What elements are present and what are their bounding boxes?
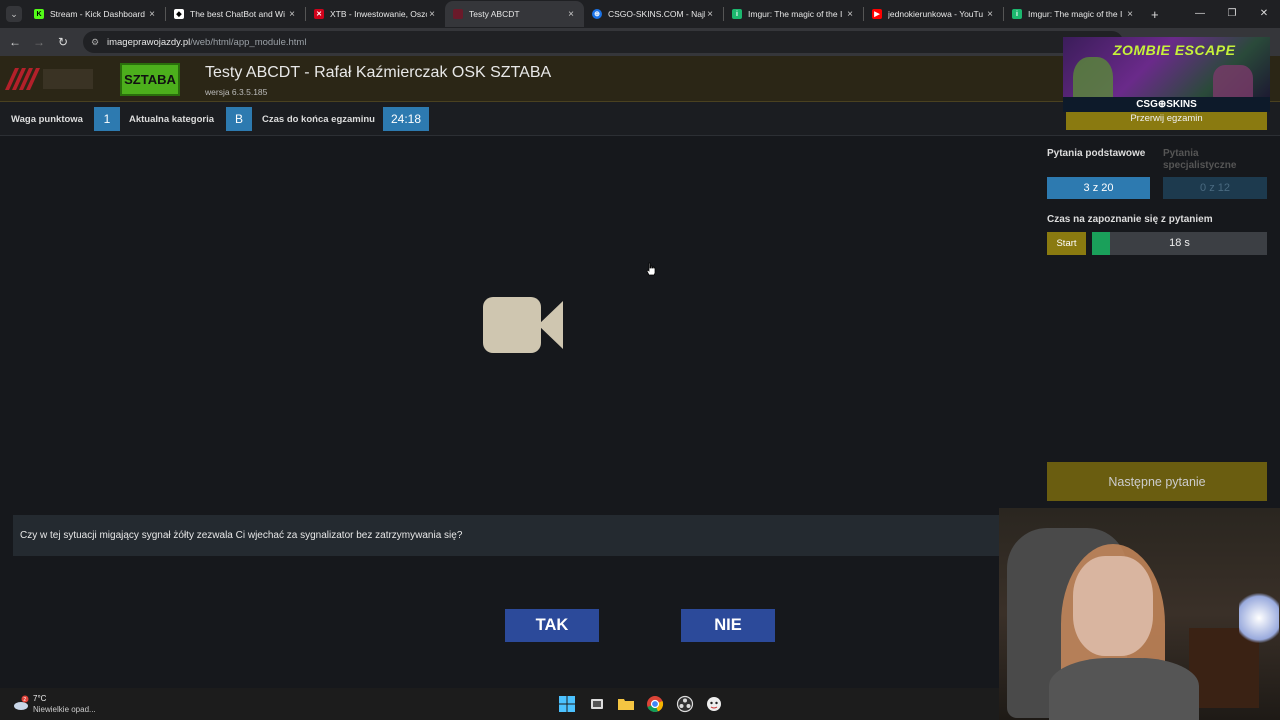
category-label: Aktualna kategoria <box>129 114 214 125</box>
hand-cursor-icon <box>646 262 656 276</box>
question-bar: Czy w tej sytuacji migający sygnał żółty… <box>13 515 999 556</box>
browser-tab-strip: ⌄ K Stream - Kick Dashboard × ◆ The best… <box>0 0 1280 28</box>
time-left-label: Czas do końca egzaminu <box>262 114 375 125</box>
tab-close-icon[interactable]: × <box>985 9 995 20</box>
overlay-brand: CSG⊕SKINS <box>1063 97 1270 112</box>
tab-title: jednokierunkowa - YouTu <box>888 9 984 19</box>
tab-close-icon[interactable]: × <box>287 9 297 20</box>
streamer-body <box>1049 658 1199 720</box>
restore-icon[interactable]: ❐ <box>1216 0 1248 28</box>
browser-tab[interactable]: ▶ jednokierunkowa - YouTu × <box>864 1 1003 27</box>
tab-search-button[interactable]: ⌄ <box>6 6 22 22</box>
tab-title: CSGO-SKINS.COM - Najle <box>608 9 705 19</box>
chrome-icon[interactable] <box>646 695 664 713</box>
task-view-icon[interactable] <box>588 695 606 713</box>
webcam-feed <box>999 508 1280 720</box>
specialist-questions-label: Pytania specjalistyczne <box>1163 148 1237 171</box>
address-bar[interactable]: ⚙ imageprawojazdy.pl /web/html/app_modul… <box>83 31 1123 53</box>
browser-tab[interactable]: K Stream - Kick Dashboard × <box>26 1 165 27</box>
tab-close-icon[interactable]: × <box>427 9 437 20</box>
botrix-icon: ◆ <box>174 9 184 19</box>
reload-icon[interactable]: ↻ <box>51 35 75 49</box>
weather-temperature: 7°C <box>33 694 47 703</box>
site-icon <box>453 9 463 19</box>
obs-icon[interactable] <box>676 695 694 713</box>
time-left-badge: 24:18 <box>383 107 429 131</box>
weather-badge: 2 <box>23 697 26 703</box>
xtb-icon: ✕ <box>314 9 324 19</box>
app-mascot-icon[interactable] <box>705 695 723 713</box>
next-question-button[interactable]: Następne pytanie <box>1047 462 1267 501</box>
tab-close-icon[interactable]: × <box>566 9 576 20</box>
imgur-icon: i <box>732 9 742 19</box>
specialist-questions-counter: 0 z 12 <box>1163 177 1267 199</box>
point-weight-label: Waga punktowa <box>11 114 83 125</box>
read-time-value: 18 s <box>1169 237 1190 249</box>
weather-cloud-icon[interactable]: 2 <box>12 695 30 713</box>
page-title: Testy ABCDT - Rafał Kaźmierczak OSK SZTA… <box>205 64 552 81</box>
answer-yes-button[interactable]: TAK <box>505 609 599 642</box>
back-arrow-icon[interactable]: ← <box>3 35 27 49</box>
windows-start-icon[interactable] <box>558 695 576 713</box>
answer-no-button[interactable]: NIE <box>681 609 775 642</box>
minimize-icon[interactable]: — <box>1184 0 1216 28</box>
version-label: wersja 6.3.5.185 <box>205 87 268 97</box>
file-explorer-icon[interactable] <box>617 695 635 713</box>
background-lamp <box>1239 588 1279 648</box>
sztaba-logo: SZTABA <box>120 63 180 96</box>
tab-title: The best ChatBot and Wi <box>190 9 285 19</box>
read-time-progress: 18 s <box>1092 232 1267 255</box>
url-path: /web/html/app_module.html <box>190 36 307 48</box>
weather-description: Niewielkie opad... <box>33 705 96 714</box>
tab-title: Testy ABCDT <box>469 9 520 19</box>
streamer-face <box>1073 556 1153 656</box>
tab-title: Imgur: The magic of the I <box>748 9 843 19</box>
new-tab-button[interactable]: + <box>1151 7 1159 22</box>
tab-close-icon[interactable]: × <box>845 9 855 20</box>
close-window-icon[interactable]: ✕ <box>1248 0 1280 28</box>
imgur-icon: i <box>1012 9 1022 19</box>
csgo-skins-icon: ⊕ <box>592 9 602 19</box>
tab-title: Stream - Kick Dashboard <box>50 9 145 19</box>
url-domain: imageprawojazdy.pl <box>107 36 191 48</box>
kick-icon: K <box>34 9 44 19</box>
category-badge: B <box>226 107 252 131</box>
start-button[interactable]: Start <box>1047 232 1086 255</box>
browser-tab[interactable]: i Imgur: The magic of the I × <box>724 1 863 27</box>
tab-close-icon[interactable]: × <box>147 9 157 20</box>
site-info-icon[interactable]: ⚙ <box>91 37 101 48</box>
video-camera-icon <box>483 297 563 353</box>
stop-exam-button[interactable]: Przerwij egzamin <box>1066 112 1267 130</box>
tab-close-icon[interactable]: × <box>705 9 715 20</box>
grupa-image-logo <box>5 68 93 90</box>
browser-tab[interactable]: ✕ XTB - Inwestowanie, Oszc × <box>306 1 445 27</box>
tab-title: XTB - Inwestowanie, Oszc <box>330 9 427 19</box>
window-controls: — ❐ ✕ <box>1184 0 1280 28</box>
tab-title: Imgur: The magic of the I <box>1028 9 1123 19</box>
basic-questions-counter: 3 z 20 <box>1047 177 1150 199</box>
question-text: Czy w tej sytuacji migający sygnał żółty… <box>20 530 463 541</box>
point-weight-badge: 1 <box>94 107 120 131</box>
tab-close-icon[interactable]: × <box>1125 9 1135 20</box>
basic-questions-label: Pytania podstawowe <box>1047 148 1146 159</box>
browser-tab-active[interactable]: Testy ABCDT × <box>445 1 584 27</box>
browser-tab[interactable]: ◆ The best ChatBot and Wi × <box>166 1 305 27</box>
stream-overlay-banner: ZOMBIE ESCAPE CSG⊕SKINS <box>1063 37 1270 112</box>
browser-tab[interactable]: ⊕ CSGO-SKINS.COM - Najle × <box>584 1 723 27</box>
overlay-game-title: ZOMBIE ESCAPE <box>1113 42 1236 58</box>
youtube-icon: ▶ <box>872 9 882 19</box>
forward-arrow-icon[interactable]: → <box>27 35 51 49</box>
browser-tab[interactable]: i Imgur: The magic of the I × <box>1004 1 1143 27</box>
windows-taskbar: 2 7°C Niewielkie opad... <box>0 688 999 720</box>
read-time-label: Czas na zapoznanie się z pytaniem <box>1047 214 1213 225</box>
